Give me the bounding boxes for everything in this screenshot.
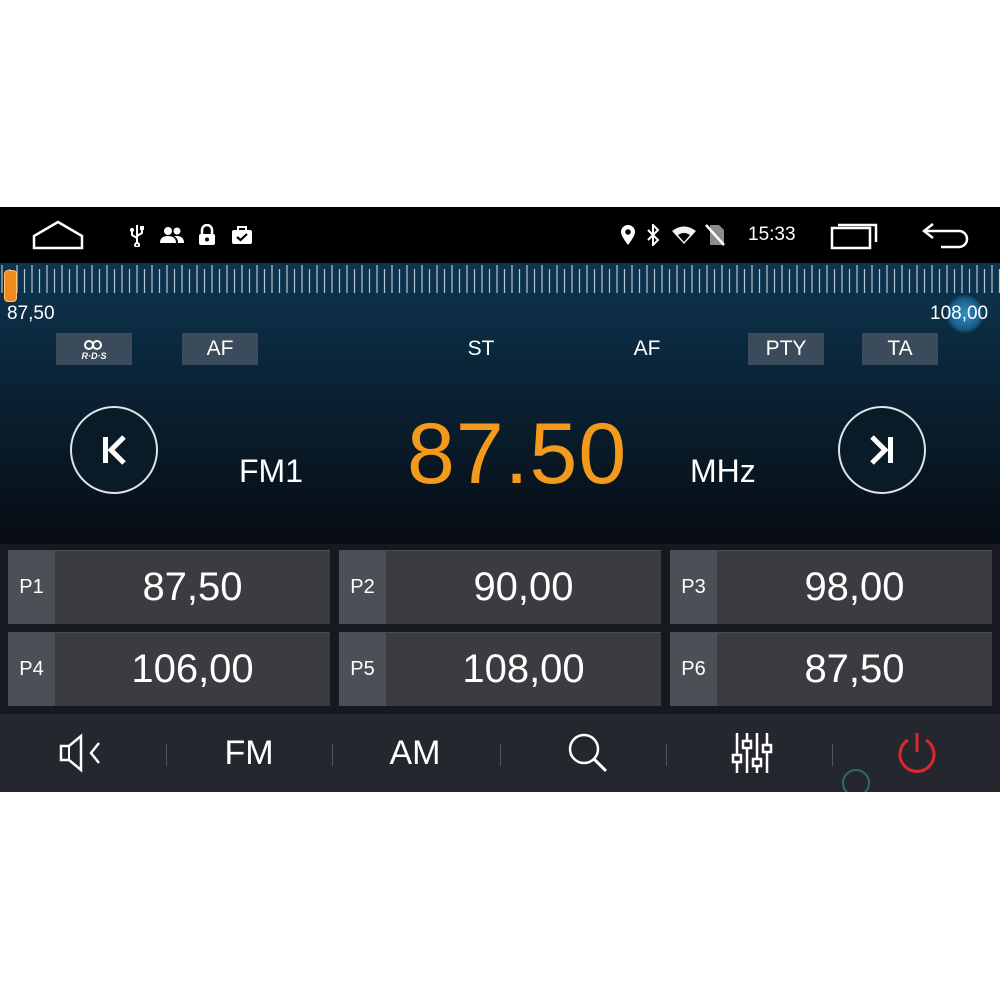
preset-p4[interactable]: P4 106,00 <box>8 632 330 706</box>
scale-min-label: 87,50 <box>7 303 55 324</box>
divider <box>832 744 833 766</box>
wifi-icon <box>670 207 698 263</box>
preset-value: 87,50 <box>142 565 243 609</box>
fm-button[interactable]: FM <box>166 714 332 792</box>
frequency-needle[interactable] <box>4 270 17 302</box>
preset-label: P3 <box>670 551 717 624</box>
rds-icon <box>84 339 103 350</box>
lock-icon <box>196 207 218 263</box>
seek-forward-icon <box>870 435 893 465</box>
clock: 15:33 <box>748 224 796 245</box>
preset-grid: P1 87,50 P2 90,00 P3 98,00 P4 106,00 P5 … <box>0 544 1000 714</box>
divider <box>666 744 667 766</box>
pty-button[interactable]: PTY <box>748 333 824 365</box>
af-indicator: AF <box>633 337 661 360</box>
briefcase-icon <box>230 207 254 263</box>
scale-max-label: 108,00 <box>930 303 989 324</box>
am-button[interactable]: AM <box>332 714 498 792</box>
power-button[interactable] <box>834 714 1000 792</box>
rds-label: R·D·S <box>81 350 107 361</box>
preset-label: P4 <box>8 633 55 706</box>
frequency-display: 87.50 <box>407 406 628 502</box>
back-icon[interactable] <box>918 207 974 263</box>
rds-button[interactable]: R·D·S <box>56 333 132 365</box>
location-icon <box>618 207 638 263</box>
seek-forward-button[interactable] <box>838 406 926 494</box>
seek-back-icon <box>103 435 126 465</box>
speaker-mute-icon <box>59 733 100 773</box>
tuner-panel: 87,50 108,00 R·D·S AF ST AF PTY TA FM1 8… <box>0 263 1000 544</box>
no-sim-icon <box>704 207 726 263</box>
search-button[interactable] <box>505 714 671 792</box>
preset-value: 108,00 <box>462 647 585 691</box>
preset-label: P5 <box>339 633 386 706</box>
divider <box>500 744 501 766</box>
home-icon[interactable] <box>30 207 86 263</box>
preset-p1[interactable]: P1 87,50 <box>8 550 330 624</box>
preset-value: 106,00 <box>131 647 254 691</box>
recent-apps-icon[interactable] <box>828 207 884 263</box>
preset-p5[interactable]: P5 108,00 <box>339 632 661 706</box>
preset-label: P1 <box>8 551 55 624</box>
preset-value: 90,00 <box>473 565 574 609</box>
band-label: FM1 <box>239 453 303 489</box>
bottom-toolbar: FM AM <box>0 714 1000 792</box>
preset-value: 87,50 <box>804 647 905 691</box>
mute-button[interactable] <box>0 714 166 792</box>
seek-back-button[interactable] <box>70 406 158 494</box>
af-button[interactable]: AF <box>182 333 258 365</box>
ta-button[interactable]: TA <box>862 333 938 365</box>
frequency-unit: MHz <box>690 453 756 489</box>
preset-label: P2 <box>339 551 386 624</box>
usb-icon <box>126 207 148 263</box>
preset-value: 98,00 <box>804 565 905 609</box>
radio-screen: 15:33 87,50 108,00 R·D·S AF ST AF PTY TA… <box>0 207 1000 792</box>
st-indicator: ST <box>467 337 495 360</box>
power-icon <box>898 733 936 773</box>
frequency-scale[interactable] <box>0 263 1000 299</box>
bluetooth-icon <box>644 207 662 263</box>
preset-p2[interactable]: P2 90,00 <box>339 550 661 624</box>
preset-label: P6 <box>670 633 717 706</box>
equalizer-icon <box>731 733 773 773</box>
equalizer-button[interactable] <box>670 714 836 792</box>
search-icon <box>568 733 608 773</box>
preset-p3[interactable]: P3 98,00 <box>670 550 992 624</box>
status-bar: 15:33 <box>0 207 1000 263</box>
preset-p6[interactable]: P6 87,50 <box>670 632 992 706</box>
people-icon <box>158 207 186 263</box>
